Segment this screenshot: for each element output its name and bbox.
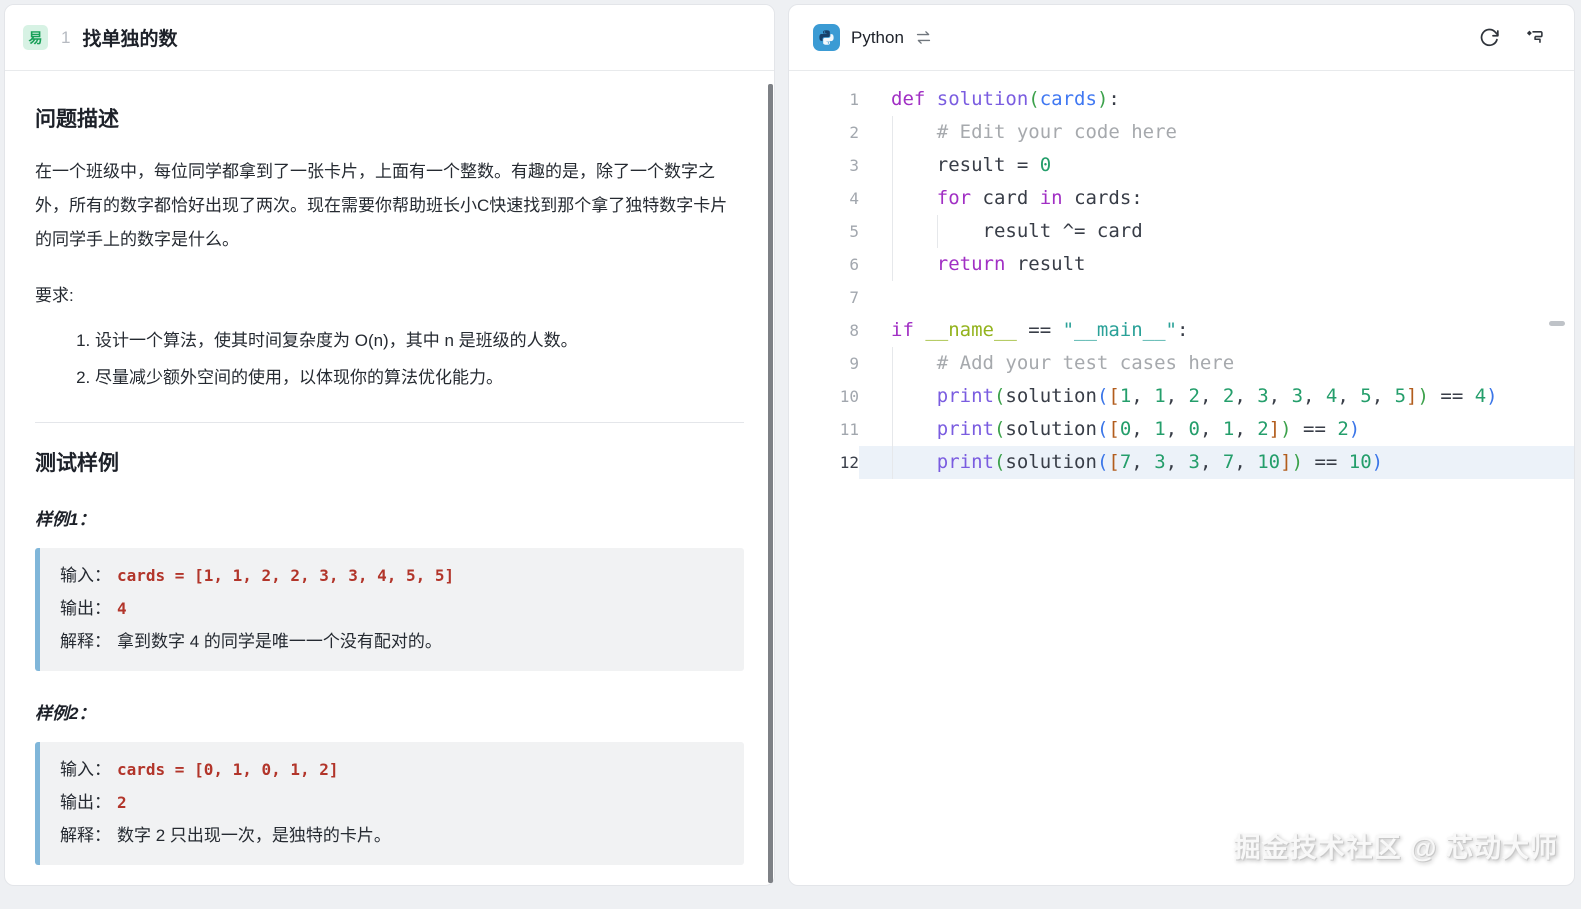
code-text: if __name__ == "__main__": — [891, 319, 1188, 341]
format-code-icon — [1525, 27, 1546, 48]
indent-guide — [892, 347, 893, 380]
code-line[interactable]: 6 return result — [789, 248, 1574, 281]
code-line[interactable]: 8 if __name__ == "__main__": — [789, 314, 1574, 347]
code-text: # Edit your code here — [891, 121, 1177, 143]
format-button[interactable] — [1520, 23, 1550, 53]
indent-guide — [892, 182, 893, 215]
code-text: return result — [891, 253, 1085, 275]
code-line[interactable]: 1 def solution(cards): — [789, 83, 1574, 116]
problem-title: 找单独的数 — [82, 24, 177, 51]
problem-panel: 易 1 找单独的数 问题描述 在一个班级中，每位同学都拿到了一张卡片，上面有一个… — [4, 4, 775, 886]
line-number: 5 — [789, 215, 859, 248]
requirement-item: 设计一个算法，使其时间复杂度为 O(n)，其中 n 是班级的人数。 — [95, 322, 744, 359]
line-number: 12 — [789, 446, 859, 479]
code-line[interactable]: 4 for card in cards: — [789, 182, 1574, 215]
code-line[interactable]: 3 result = 0 — [789, 149, 1574, 182]
swap-language-icon[interactable] — [915, 29, 932, 46]
problem-description: 在一个班级中，每位同学都拿到了一张卡片，上面有一个整数。有趣的是，除了一个数字之… — [35, 155, 744, 257]
problem-id: 1 — [61, 28, 70, 48]
code-line[interactable]: 7 — [789, 281, 1574, 314]
indent-guide — [892, 116, 893, 149]
editor-scrollbar-thumb[interactable] — [1549, 321, 1565, 326]
indent-guide — [892, 380, 893, 413]
samples-container: 样例1： 输入：cards = [1, 1, 2, 2, 3, 3, 4, 5,… — [35, 505, 744, 865]
code-text: result = 0 — [891, 154, 1051, 176]
code-text: print(solution([1, 1, 2, 2, 3, 3, 4, 5, … — [891, 385, 1498, 407]
line-number: 4 — [789, 182, 859, 215]
indent-guide — [892, 413, 893, 446]
requirements-list: 设计一个算法，使其时间复杂度为 O(n)，其中 n 是班级的人数。尽量减少额外空… — [35, 322, 744, 396]
line-number: 9 — [789, 347, 859, 380]
sample-explanation: 解释：数字 2 只出现一次，是独特的卡片。 — [60, 819, 724, 852]
coding-practice-page: 易 1 找单独的数 问题描述 在一个班级中，每位同学都拿到了一张卡片，上面有一个… — [0, 0, 1581, 909]
description-heading: 问题描述 — [35, 103, 744, 133]
indent-guide — [892, 248, 893, 281]
code-lines-container: 1 def solution(cards): 2 # Edit your cod… — [789, 83, 1574, 479]
indent-guide — [892, 215, 893, 248]
editor-header: Python — [789, 5, 1574, 71]
sample-output: 输出：4 — [60, 592, 724, 625]
editor-panel: Python — [788, 4, 1575, 886]
code-text: # Add your test cases here — [891, 352, 1234, 374]
code-line[interactable]: 9 # Add your test cases here — [789, 347, 1574, 380]
line-number: 6 — [789, 248, 859, 281]
line-number: 1 — [789, 83, 859, 116]
line-number: 8 — [789, 314, 859, 347]
code-text: for card in cards: — [891, 187, 1143, 209]
code-line[interactable]: 12 print(solution([7, 3, 3, 7, 10]) == 1… — [789, 446, 1574, 479]
requirements-label: 要求: — [35, 281, 744, 306]
problem-header: 易 1 找单独的数 — [5, 5, 774, 71]
indent-guide — [892, 446, 893, 479]
language-label: Python — [851, 28, 904, 48]
indent-guide — [937, 215, 938, 248]
problem-content[interactable]: 问题描述 在一个班级中，每位同学都拿到了一张卡片，上面有一个整数。有趣的是，除了… — [5, 71, 774, 885]
refresh-icon — [1479, 27, 1500, 48]
line-number: 2 — [789, 116, 859, 149]
code-editor[interactable]: 1 def solution(cards): 2 # Edit your cod… — [789, 71, 1574, 885]
section-divider — [35, 422, 744, 423]
python-icon — [813, 24, 840, 51]
sample-label: 样例1： — [35, 505, 744, 530]
sample-input: 输入：cards = [1, 1, 2, 2, 3, 3, 4, 5, 5] — [60, 559, 724, 592]
code-line[interactable]: 2 # Edit your code here — [789, 116, 1574, 149]
code-text: result ^= card — [891, 220, 1143, 242]
sample-block: 输入：cards = [1, 1, 2, 2, 3, 3, 4, 5, 5] 输… — [35, 548, 744, 671]
sample-label: 样例2： — [35, 699, 744, 724]
line-number: 11 — [789, 413, 859, 446]
panel-splitter[interactable] — [768, 84, 773, 883]
line-number: 3 — [789, 149, 859, 182]
line-number: 7 — [789, 281, 859, 314]
code-line[interactable]: 10 print(solution([1, 1, 2, 2, 3, 3, 4, … — [789, 380, 1574, 413]
sample-output: 输出：2 — [60, 786, 724, 819]
code-text: print(solution([0, 1, 0, 1, 2]) == 2) — [891, 418, 1360, 440]
line-number: 10 — [789, 380, 859, 413]
code-line[interactable]: 11 print(solution([0, 1, 0, 1, 2]) == 2) — [789, 413, 1574, 446]
requirement-item: 尽量减少额外空间的使用，以体现你的算法优化能力。 — [95, 359, 744, 396]
code-line[interactable]: 5 result ^= card — [789, 215, 1574, 248]
sample-explanation: 解释：拿到数字 4 的同学是唯一一个没有配对的。 — [60, 625, 724, 658]
code-text: print(solution([7, 3, 3, 7, 10]) == 10) — [891, 451, 1383, 473]
difficulty-badge: 易 — [23, 25, 48, 50]
code-text: def solution(cards): — [891, 88, 1120, 110]
indent-guide — [892, 149, 893, 182]
samples-heading: 测试样例 — [35, 447, 744, 477]
refresh-button[interactable] — [1474, 23, 1504, 53]
sample-block: 输入：cards = [0, 1, 0, 1, 2] 输出：2 解释：数字 2 … — [35, 742, 744, 865]
sample-input: 输入：cards = [0, 1, 0, 1, 2] — [60, 753, 724, 786]
